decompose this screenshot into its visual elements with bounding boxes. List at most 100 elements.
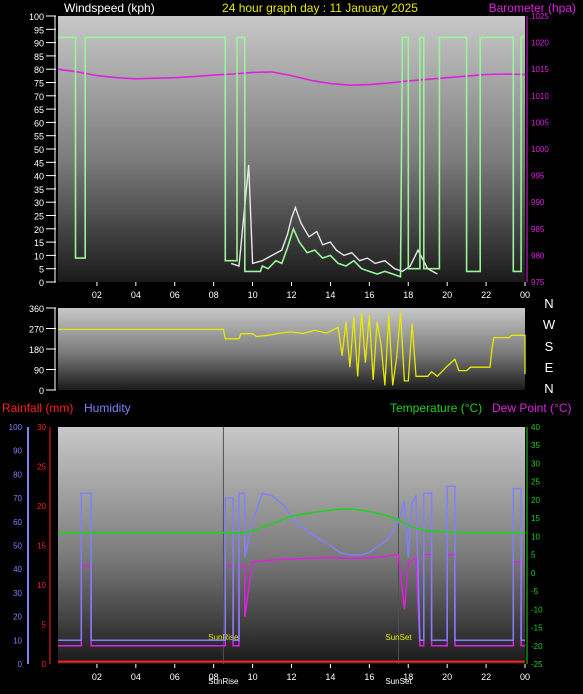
weather-graph-page: 100 95 90 85 80 75 70 65 60 55 50 45 40 35 30 25 20 15 10 5… xyxy=(0,0,583,694)
sun-label: SunSet xyxy=(385,633,412,642)
barometer-tick-label: 1010 xyxy=(531,92,549,101)
compass-label: N xyxy=(544,296,553,311)
temperature-tick-label: -15 xyxy=(531,624,543,633)
windspeed-axis-title: Windspeed (kph) xyxy=(64,1,155,15)
weather-charts-svg: 1009590858075706560555045403530252015105… xyxy=(2,1,576,686)
wind-tick-label: 5 xyxy=(39,265,44,275)
wind-tick-label: 50 xyxy=(34,145,44,155)
wind-hour-label: 12 xyxy=(286,290,296,300)
barometer-tick-label: 990 xyxy=(531,198,545,207)
temperature-tick-label: 15 xyxy=(531,514,540,523)
compass-label: N xyxy=(544,381,553,396)
wind-tick-label: 60 xyxy=(34,118,44,128)
rain-tick-label: 0 xyxy=(42,660,47,669)
wind-tick-label: 20 xyxy=(34,225,44,235)
barometer-tick-label: 1015 xyxy=(531,65,549,74)
rain-tick-label: 10 xyxy=(37,581,46,590)
temp-hour-label: 00 xyxy=(520,672,530,682)
wind-hour-label: 18 xyxy=(403,290,413,300)
humidity-tick-label: 60 xyxy=(13,518,22,527)
wind-plot-area xyxy=(58,16,525,282)
temperature-tick-label: 0 xyxy=(531,569,536,578)
rain-tick-label: 25 xyxy=(37,463,46,472)
rain-tick-label: 20 xyxy=(37,502,46,511)
barometer-tick-label: 1020 xyxy=(531,39,549,48)
temperature-tick-label: 35 xyxy=(531,441,540,450)
temp-hour-label: 06 xyxy=(170,672,180,682)
temperature-tick-label: -10 xyxy=(531,605,543,614)
wind-tick-label: 55 xyxy=(34,132,44,142)
wind-tick-label: 65 xyxy=(34,105,44,115)
rain-tick-label: 30 xyxy=(37,423,46,432)
compass-label: W xyxy=(543,317,556,332)
temperature-tick-label: -20 xyxy=(531,642,543,651)
barometer-tick-label: 975 xyxy=(531,278,545,287)
humidity-tick-label: 50 xyxy=(13,542,22,551)
direction-tick-label: 180 xyxy=(29,345,44,355)
direction-plot-area xyxy=(58,308,525,390)
temp-hour-label: 14 xyxy=(325,672,335,682)
barometer-tick-label: 980 xyxy=(531,251,545,260)
dewpoint-axis-title: Dew Point (°C) xyxy=(492,401,571,415)
wind-hour-label: 04 xyxy=(131,290,141,300)
temp-hour-label: 20 xyxy=(442,672,452,682)
wind-tick-label: 80 xyxy=(34,65,44,75)
temp-hour-label: 04 xyxy=(131,672,141,682)
temperature-tick-label: 40 xyxy=(531,423,540,432)
humidity-tick-label: 20 xyxy=(13,613,22,622)
temperature-tick-label: 30 xyxy=(531,459,540,468)
wind-tick-label: 100 xyxy=(29,12,44,22)
temperature-tick-label: -25 xyxy=(531,660,543,669)
direction-tick-label: 90 xyxy=(34,366,44,376)
wind-tick-label: 25 xyxy=(34,212,44,222)
wind-tick-label: 95 xyxy=(34,25,44,35)
temperature-tick-label: 5 xyxy=(531,551,536,560)
humidity-tick-label: 100 xyxy=(9,423,23,432)
wind-hour-label: 10 xyxy=(248,290,258,300)
wind-hour-label: 06 xyxy=(170,290,180,300)
wind-tick-label: 90 xyxy=(34,39,44,49)
temp-hour-label: 10 xyxy=(248,672,258,682)
wind-tick-label: 15 xyxy=(34,238,44,248)
wind-hour-label: 00 xyxy=(520,290,530,300)
temp-hour-label: 12 xyxy=(286,672,296,682)
wind-tick-label: 85 xyxy=(34,52,44,62)
humidity-tick-label: 40 xyxy=(13,565,22,574)
temperature-axis-title: Temperature (°C) xyxy=(390,401,482,415)
sun-bottom-label: SunSet xyxy=(385,677,412,686)
temperature-tick-label: 25 xyxy=(531,478,540,487)
barometer-axis-title: Barometer (hpa) xyxy=(489,1,576,15)
barometer-tick-label: 995 xyxy=(531,172,545,181)
wind-hour-label: 20 xyxy=(442,290,452,300)
temperature-tick-label: -5 xyxy=(531,587,539,596)
rain-tick-label: 5 xyxy=(42,621,47,630)
humidity-tick-label: 70 xyxy=(13,494,22,503)
wind-tick-label: 10 xyxy=(34,251,44,261)
direction-tick-label: 0 xyxy=(39,386,44,396)
wind-hour-label: 22 xyxy=(481,290,491,300)
wind-tick-label: 40 xyxy=(34,172,44,182)
wind-tick-label: 75 xyxy=(34,79,44,89)
wind-hour-label: 16 xyxy=(364,290,374,300)
barometer-tick-label: 1000 xyxy=(531,145,549,154)
wind-tick-label: 70 xyxy=(34,92,44,102)
humidity-tick-label: 10 xyxy=(13,636,22,645)
wind-tick-label: 30 xyxy=(34,198,44,208)
temp-hour-label: 22 xyxy=(481,672,491,682)
wind-hour-label: 14 xyxy=(325,290,335,300)
humidity-axis-title: Humidity xyxy=(84,401,131,415)
rain-tick-label: 15 xyxy=(37,542,46,551)
compass-label: S xyxy=(545,339,554,354)
humidity-tick-label: 90 xyxy=(13,447,22,456)
temperature-tick-label: 10 xyxy=(531,532,540,541)
wind-hour-label: 02 xyxy=(92,290,102,300)
temperature-tick-label: 20 xyxy=(531,496,540,505)
humidity-tick-label: 0 xyxy=(18,660,23,669)
wind-tick-label: 35 xyxy=(34,185,44,195)
temp-hour-label: 16 xyxy=(364,672,374,682)
direction-tick-label: 270 xyxy=(29,325,44,335)
compass-label: E xyxy=(545,360,554,375)
sun-bottom-label: SunRise xyxy=(208,677,239,686)
temp-hour-label: 02 xyxy=(92,672,102,682)
humidity-tick-label: 30 xyxy=(13,589,22,598)
